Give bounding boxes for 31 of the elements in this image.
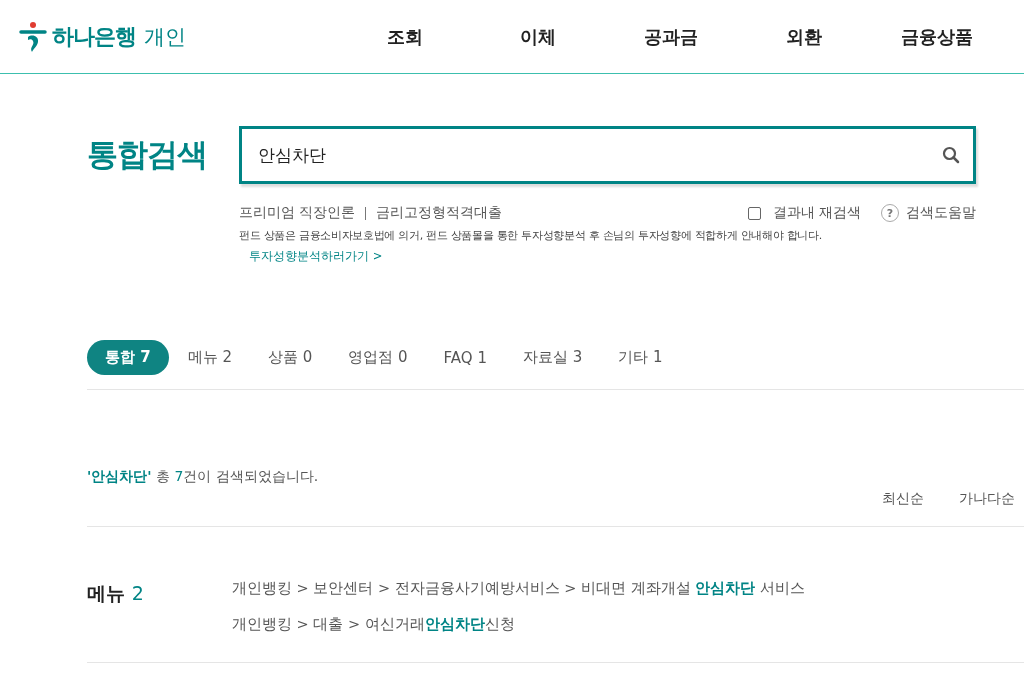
notice-link[interactable]: 투자성향분석하러가기 > — [249, 249, 383, 264]
tab[interactable]: 메뉴 2 — [170, 340, 249, 375]
tab[interactable]: 통합 7 — [87, 340, 169, 375]
search-field[interactable]: 안심차단 — [239, 126, 976, 184]
sort-option[interactable]: 가나다순 — [959, 490, 1015, 508]
checkbox-label[interactable]: 결과내 재검색 — [772, 204, 861, 222]
nav-item[interactable]: 조회 — [338, 24, 471, 49]
nav-item[interactable]: 외환 — [737, 24, 870, 49]
result-link[interactable]: 개인뱅킹 > 대출 > 여신거래안심차단신청 — [232, 615, 805, 634]
logo-text[interactable]: 하나은행 — [52, 21, 136, 52]
section-title: 메뉴 2 — [87, 581, 145, 606]
suggested-keyword[interactable]: 프리미엄 직장인론 — [239, 204, 356, 222]
nav-item[interactable]: 공과금 — [604, 24, 737, 49]
nav-item[interactable]: 이체 — [471, 24, 604, 49]
search-icon[interactable] — [942, 146, 960, 164]
sort-option[interactable]: 최신순 — [882, 490, 924, 508]
nav-item[interactable]: 금융상품 — [870, 24, 1003, 49]
tab[interactable]: 자료실 3 — [506, 340, 600, 375]
section-label: 개인 — [144, 23, 186, 51]
tab[interactable]: 영업점 0 — [331, 340, 425, 375]
checkbox[interactable] — [747, 206, 761, 220]
logo-icon — [18, 20, 48, 53]
page-title: 통합검색 — [87, 135, 208, 174]
tab[interactable]: FAQ 1 — [426, 340, 504, 375]
suggested-keyword[interactable]: 금리고정형적격대출 — [376, 204, 503, 222]
tab[interactable]: 상품 0 — [251, 340, 330, 375]
help-link[interactable]: 검색도움말 — [906, 204, 976, 222]
tab[interactable]: 기타 1 — [601, 340, 680, 375]
result-link[interactable]: 개인뱅킹 > 보안센터 > 전자금융사기예방서비스 > 비대면 계좌개설 안심차단 서비스 — [232, 579, 805, 598]
result-summary: '안심차단' 총 7건이 검색되었습니다. — [87, 468, 320, 486]
notice-text: 펀드 상품은 금융소비자보호법에 의거, 펀드 상품몰을 통한 투자성향분석 후 손님의 투자성향에 적합하게 안내해야 합니다. — [239, 228, 823, 243]
